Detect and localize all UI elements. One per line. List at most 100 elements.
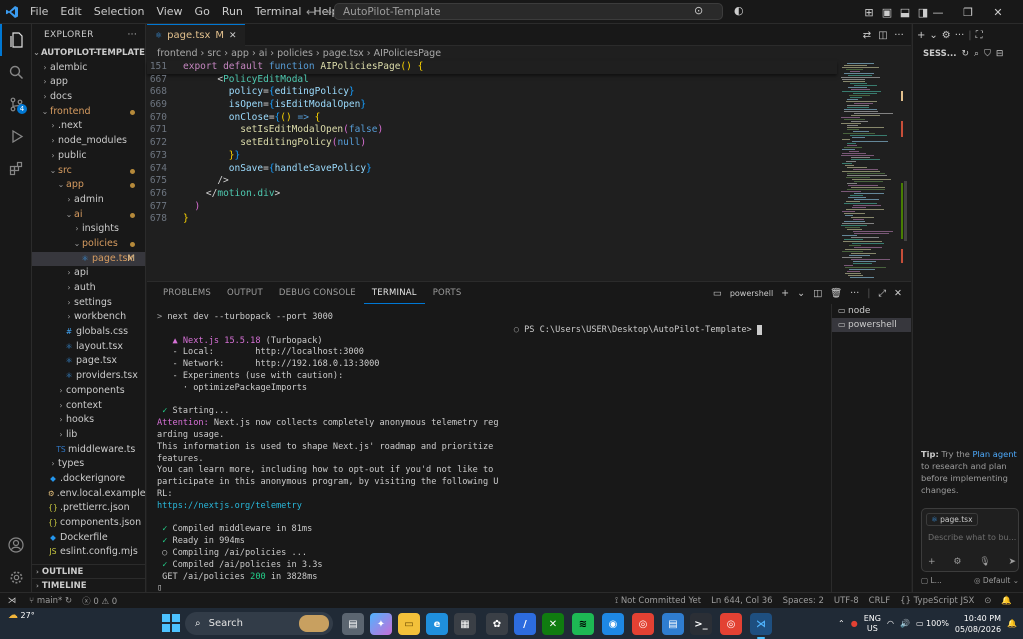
accounts-toggle-icon[interactable]: ◐ — [734, 4, 744, 17]
minimap[interactable] — [837, 61, 899, 281]
chat-settings-icon[interactable]: ⚙ — [942, 30, 951, 41]
manage-gear-icon[interactable] — [0, 561, 32, 593]
edge-browser-icon[interactable]: e — [426, 613, 448, 635]
tree-file[interactable]: # globals.css — [32, 325, 145, 340]
copilot-app-icon[interactable]: ✦ — [370, 613, 392, 635]
clock[interactable]: 10:40 PM 05/08/2026 — [955, 613, 1001, 635]
split-editor-icon[interactable]: ◫ — [875, 30, 891, 41]
chat-new-icon[interactable]: + — [917, 30, 925, 41]
wifi-icon[interactable]: ◠ — [887, 619, 894, 628]
tree-file[interactable]: JS eslint.config.mjs — [32, 545, 145, 560]
copilot-icon[interactable]: ⊙ — [694, 4, 703, 17]
panel-more-icon[interactable]: ··· — [847, 288, 862, 299]
agent-mode-dropdown[interactable]: ▢ L... — [921, 576, 942, 585]
sticky-scroll-line[interactable]: 151 export default function AIPoliciesPa… — [147, 61, 837, 74]
close-window-icon[interactable]: ✕ — [983, 6, 1013, 19]
teams-icon[interactable]: ◉ — [602, 613, 624, 635]
git-compare-icon[interactable]: ⇄ — [859, 30, 875, 41]
close-panel-icon[interactable]: ✕ — [891, 288, 905, 299]
code-view[interactable]: 151 export default function AIPoliciesPa… — [147, 61, 837, 226]
code-line[interactable]: 673 }} — [147, 150, 837, 163]
language-mode[interactable]: {} TypeScript JSX — [895, 596, 979, 606]
tab-close-icon[interactable]: ✕ — [229, 31, 237, 41]
tree-folder[interactable]: › alembic — [32, 61, 145, 76]
maximize-panel-icon[interactable]: ⤢ — [875, 288, 889, 299]
code-line[interactable]: 668 policy={editingPolicy} — [147, 86, 837, 99]
breadcrumb-item[interactable]: src — [207, 48, 221, 59]
git-blame[interactable]: ⟟ Not Committed Yet — [610, 596, 706, 606]
problems-count[interactable]: ⓧ 0 ⚠ 0 — [77, 595, 122, 607]
code-line[interactable]: 675 /> — [147, 175, 837, 188]
remote-icon[interactable]: ⋊ — [0, 596, 24, 606]
split-terminal-icon[interactable]: ◫ — [810, 288, 825, 299]
notifications-icon[interactable]: 🔔 — [996, 596, 1017, 606]
tree-folder[interactable]: › lib — [32, 428, 145, 443]
terminal-app-icon[interactable]: >_ — [690, 613, 712, 635]
customize-layout-icon[interactable]: ⊞ — [860, 6, 878, 19]
run-and-debug-icon[interactable] — [0, 120, 32, 152]
tree-file[interactable]: TS middleware.ts — [32, 443, 145, 458]
tab-ports[interactable]: PORTS — [425, 282, 470, 304]
menu-run[interactable]: Run — [216, 0, 249, 24]
tree-folder[interactable]: › auth — [32, 281, 145, 296]
menu-terminal[interactable]: Terminal — [249, 0, 308, 24]
menu-selection[interactable]: Selection — [88, 0, 151, 24]
more-actions-icon[interactable]: ··· — [891, 30, 907, 41]
menu-go[interactable]: Go — [189, 0, 216, 24]
breadcrumb-item[interactable]: ai — [259, 48, 267, 59]
accounts-icon[interactable] — [0, 529, 32, 561]
tree-folder[interactable]: › insights — [32, 222, 145, 237]
menu-edit[interactable]: Edit — [54, 0, 87, 24]
breadcrumb-item[interactable]: frontend — [157, 48, 198, 59]
collapse-icon[interactable]: ⊟ — [996, 49, 1004, 59]
spotify-icon[interactable]: ≋ — [572, 613, 594, 635]
tree-folder[interactable]: › .next — [32, 119, 145, 134]
tab-debug-console[interactable]: DEBUG CONSOLE — [271, 282, 364, 304]
tree-file[interactable]: ◆ .dockerignore — [32, 472, 145, 487]
code-line[interactable]: 667 <PolicyEditModal — [147, 74, 837, 87]
tree-folder[interactable]: › workbench — [32, 310, 145, 325]
toggle-primary-sidebar-icon[interactable]: ▣ — [878, 6, 896, 19]
tree-folder[interactable]: ⌄ ai — [32, 208, 145, 223]
explorer-root[interactable]: ⌄ AUTOPILOT-TEMPLATE — [32, 46, 145, 61]
tree-folder[interactable]: ⌄ app — [32, 178, 145, 193]
menu-view[interactable]: View — [150, 0, 188, 24]
chrome-profile-icon[interactable]: ◎ — [720, 613, 742, 635]
tree-folder[interactable]: › types — [32, 457, 145, 472]
menu-file[interactable]: File — [24, 0, 54, 24]
file-explorer-icon[interactable]: ▭ — [398, 613, 420, 635]
minimize-icon[interactable]: — — [923, 6, 953, 19]
send-icon[interactable]: ➤ — [1008, 557, 1016, 567]
chat-input-box[interactable]: ⚛ page.tsx Describe what to bu... + ⚙ 🎙 … — [921, 508, 1019, 572]
tree-folder[interactable]: › components — [32, 384, 145, 399]
explorer-more-icon[interactable]: ··· — [128, 24, 137, 46]
chat-maximize-icon[interactable]: ⛶ — [976, 30, 983, 41]
terminal-instance-node[interactable]: ▭ node — [832, 304, 911, 318]
tab-problems[interactable]: PROBLEMS — [155, 282, 219, 304]
search-icon[interactable] — [0, 56, 32, 88]
tree-folder[interactable]: ⌄ frontend — [32, 105, 145, 120]
restore-icon[interactable]: ❐ — [953, 6, 983, 19]
task-view-icon[interactable]: ▤ — [342, 613, 364, 635]
microphone-icon[interactable]: 🎙 — [979, 557, 990, 567]
outline-section[interactable]: › OUTLINE — [32, 564, 145, 578]
code-line[interactable]: 676 </motion.div> — [147, 188, 837, 201]
model-dropdown[interactable]: ◎ Default ⌄ — [974, 576, 1019, 585]
language-indicator[interactable]: ENG US — [864, 614, 881, 634]
tree-folder[interactable]: › hooks — [32, 413, 145, 428]
cursor-position[interactable]: Ln 644, Col 36 — [706, 596, 777, 606]
indentation[interactable]: Spaces: 2 — [778, 596, 829, 606]
tab-terminal[interactable]: TERMINAL — [363, 283, 425, 304]
code-line[interactable]: 678} — [147, 213, 837, 226]
battery-icon[interactable]: ▭ 100% — [916, 619, 949, 628]
breadcrumb-item[interactable]: AIPoliciesPage — [374, 48, 441, 59]
notes-icon[interactable]: ▤ — [662, 613, 684, 635]
tree-file[interactable]: ⚛ page.tsx — [32, 354, 145, 369]
tree-folder[interactable]: › context — [32, 399, 145, 414]
tab-page-tsx[interactable]: ⚛ page.tsx M ✕ — [147, 24, 245, 46]
search-sessions-icon[interactable]: ⌕ — [974, 49, 979, 59]
tree-folder[interactable]: › node_modules — [32, 134, 145, 149]
explorer-icon[interactable] — [0, 24, 32, 56]
vscode-taskbar-icon[interactable]: ⋊ — [750, 613, 772, 639]
tools-icon[interactable]: ⚙ — [953, 557, 961, 567]
